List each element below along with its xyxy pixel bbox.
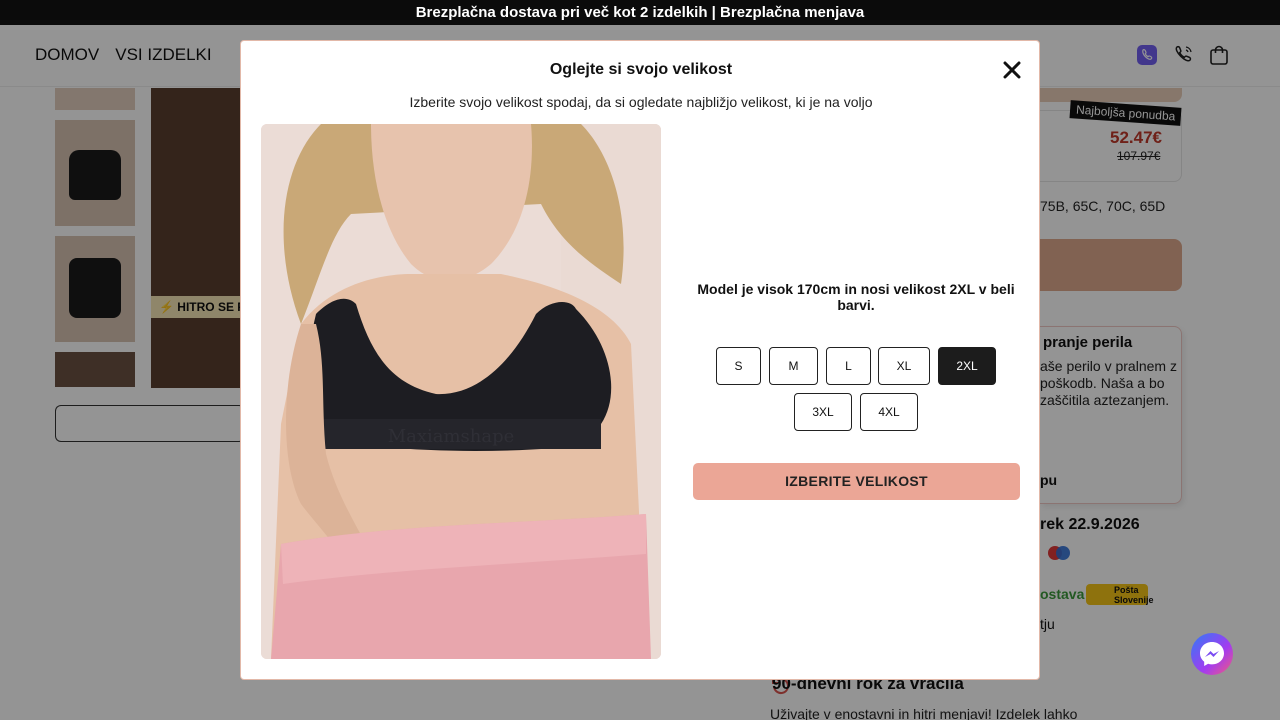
messenger-icon (1200, 642, 1224, 666)
close-icon[interactable] (1001, 59, 1023, 81)
model-photo: Maxiamshape (261, 124, 661, 659)
size-option-4xl[interactable]: 4XL (860, 393, 918, 431)
modal-title: Oglejte si svojo velikost (549, 61, 733, 78)
bra-band-print: Maxiamshape (388, 426, 515, 447)
size-option-s[interactable]: S (716, 347, 761, 385)
size-option-m[interactable]: M (769, 347, 818, 385)
model-info-text: Model je visok 170cm in nosi velikost 2X… (697, 281, 1015, 313)
messenger-chat-button[interactable] (1191, 633, 1233, 675)
size-option-xl[interactable]: XL (878, 347, 930, 385)
select-size-button[interactable]: IZBERITE VELIKOST (693, 463, 1020, 500)
size-option-l[interactable]: L (826, 347, 871, 385)
announcement-bar: Brezplačna dostava pri več kot 2 izdelki… (0, 0, 1280, 25)
size-modal: Oglejte si svojo velikost Izberite svojo… (240, 40, 1040, 680)
size-option-3xl[interactable]: 3XL (794, 393, 852, 431)
modal-subtitle: Izberite svojo velikost spodaj, da si og… (409, 94, 873, 110)
size-option-2xl[interactable]: 2XL (938, 347, 996, 385)
